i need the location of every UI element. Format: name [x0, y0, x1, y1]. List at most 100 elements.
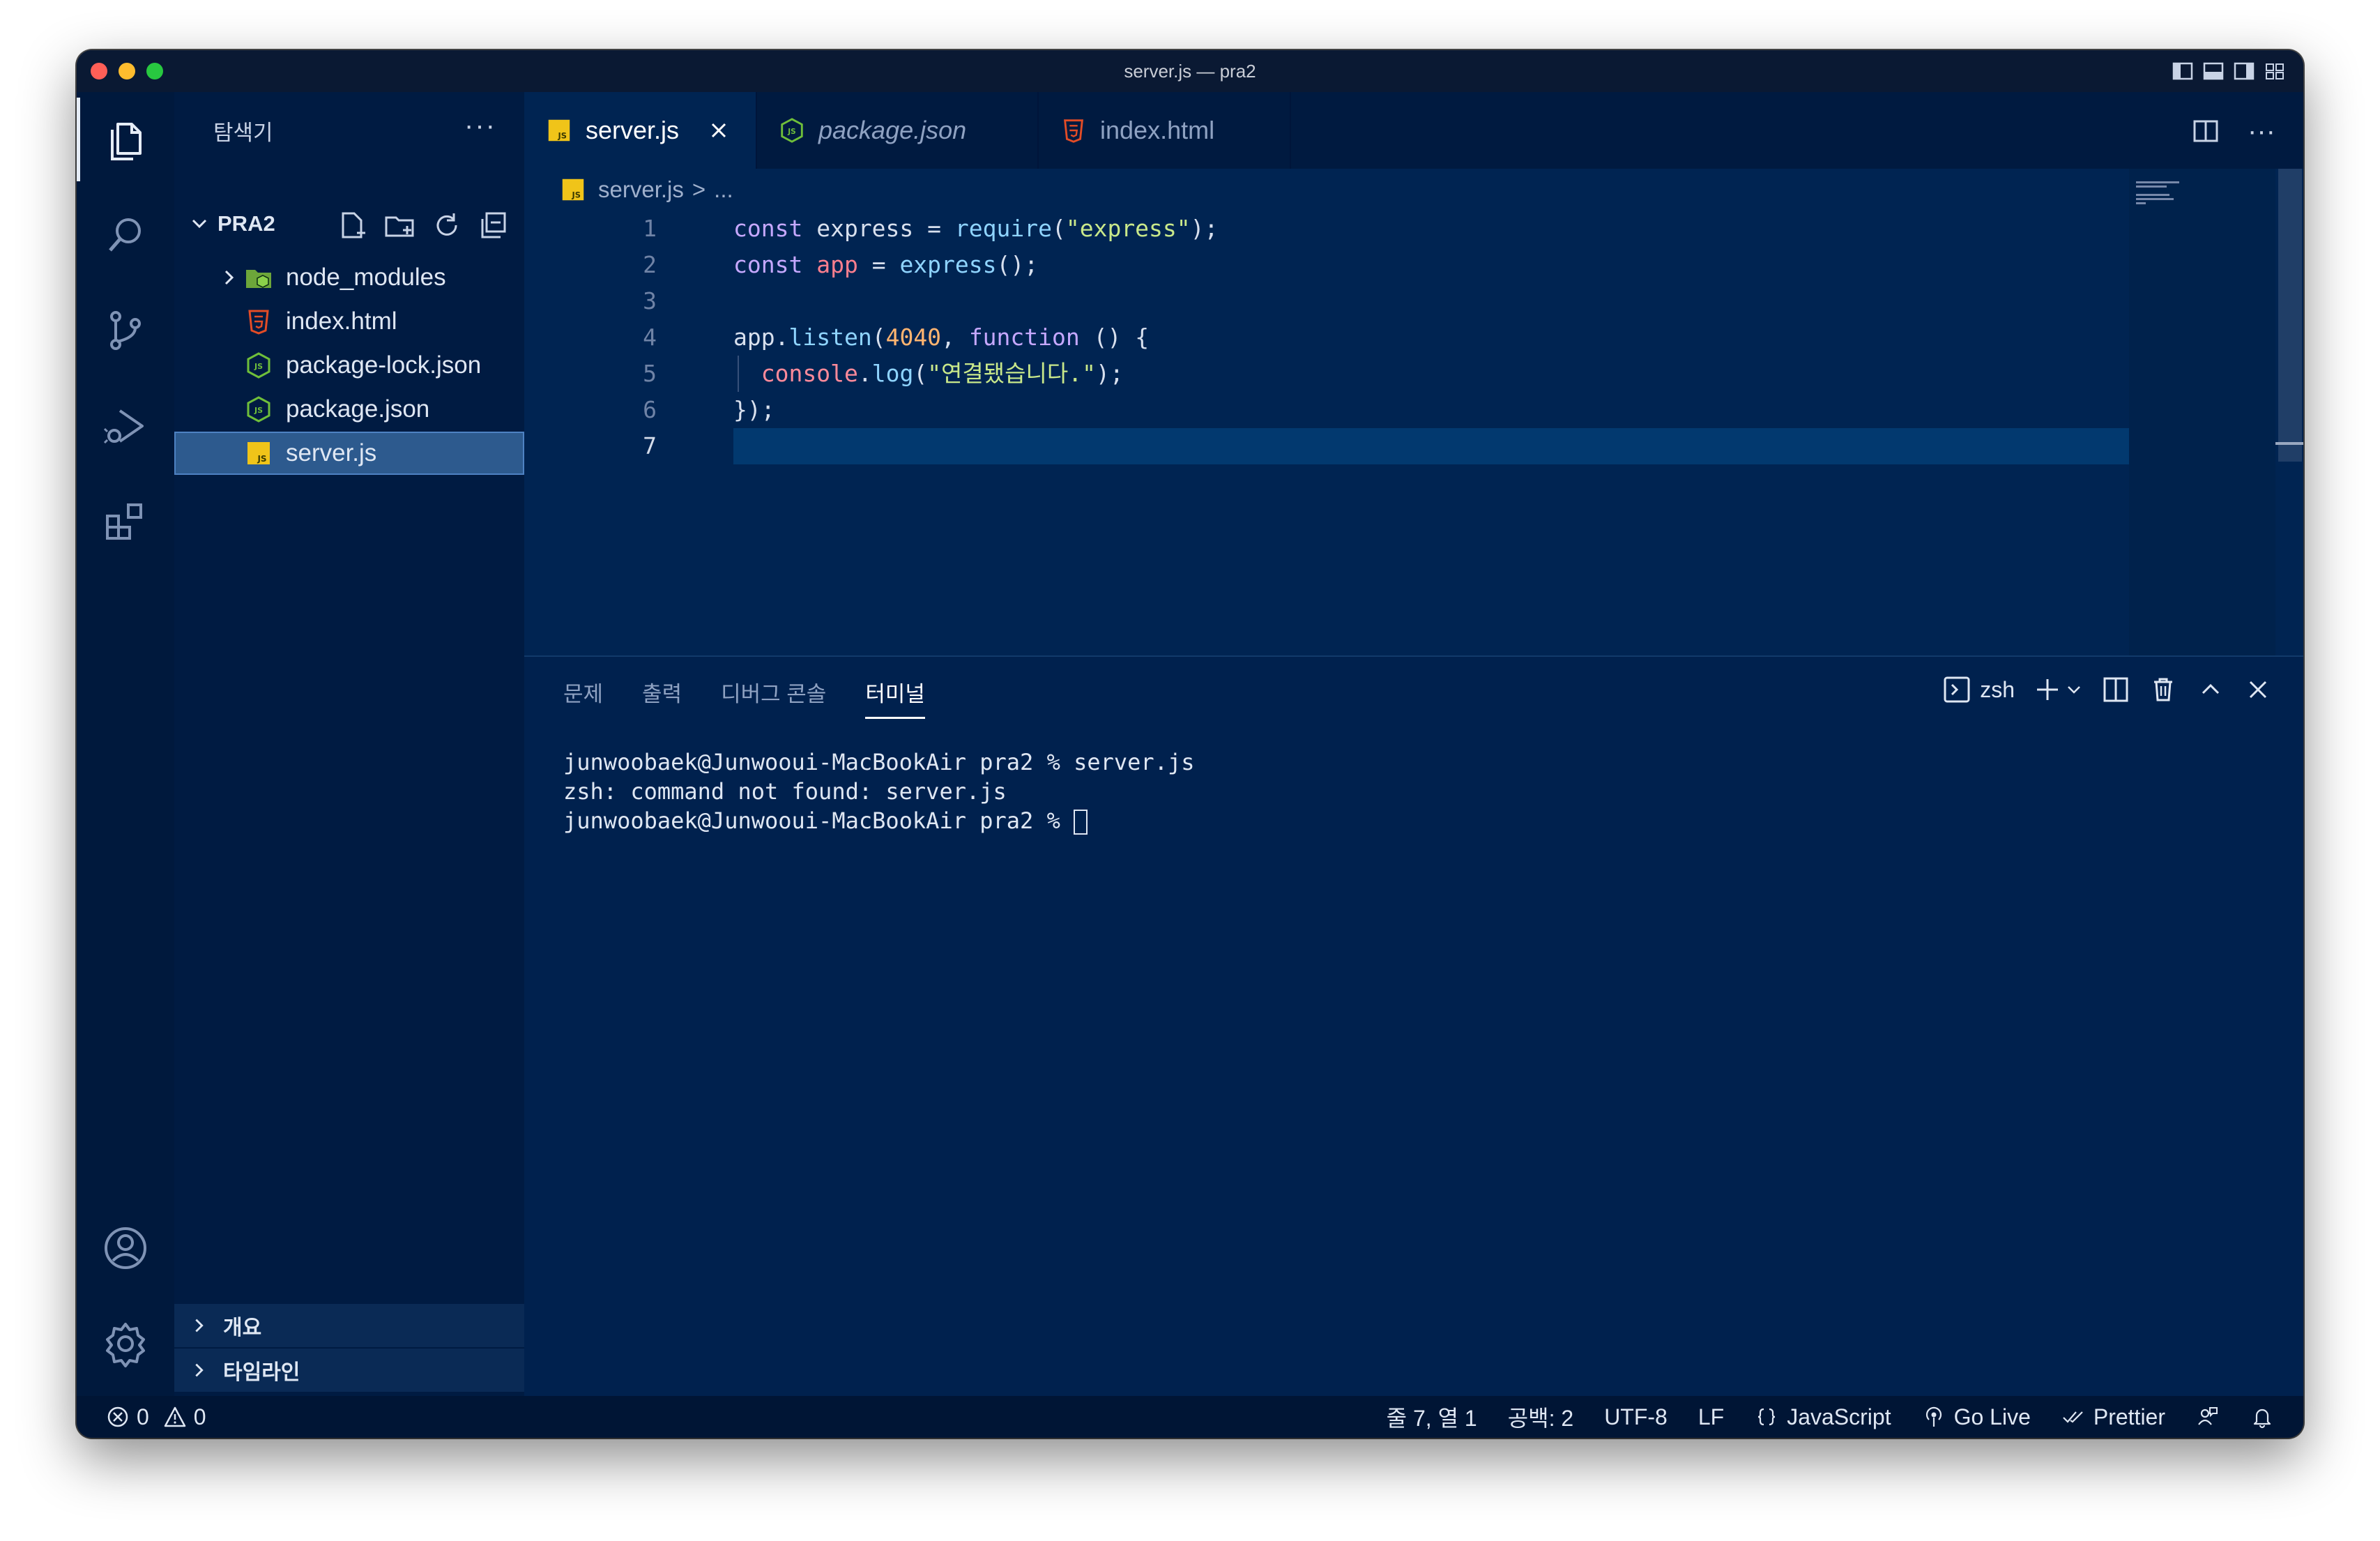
toggle-secondary-sidebar-icon[interactable]: [2234, 61, 2255, 81]
line-source: console.log("연결됐습니다.");: [733, 356, 1124, 392]
timeline-label: 타임라인: [223, 1361, 300, 1384]
tree-item-package-json[interactable]: JS package.json: [174, 388, 524, 431]
tab-output[interactable]: 출력: [642, 669, 682, 715]
close-tab-icon[interactable]: [707, 119, 731, 142]
close-window-button[interactable]: [91, 63, 107, 79]
minimap[interactable]: [2129, 169, 2275, 655]
source-control-activity-button[interactable]: [77, 289, 174, 372]
encoding-status[interactable]: UTF-8: [1604, 1404, 1668, 1430]
code-line: 5 console.log("연결됐습니다.");: [524, 356, 2197, 392]
code-line: 6});: [524, 392, 2197, 428]
breadcrumb: JS server.js > ...: [524, 169, 733, 211]
shell-name: zsh: [1980, 676, 2015, 702]
tab-terminal[interactable]: 터미널: [865, 669, 925, 719]
terminal-line: junwoobaek@Junwooui-MacBookAir pra2 % se…: [563, 749, 1195, 775]
tree-item-node-modules[interactable]: node_modules: [174, 256, 524, 299]
tab-problems[interactable]: 문제: [563, 669, 603, 715]
timeline-section-header[interactable]: 타임라인: [174, 1349, 524, 1392]
trash-icon[interactable]: [2149, 675, 2178, 704]
problems-status[interactable]: 0 0: [106, 1404, 206, 1430]
code-token: =: [857, 251, 900, 278]
search-icon: [109, 218, 141, 252]
run-debug-activity-button[interactable]: [77, 384, 174, 468]
code-line: 4 app.listen(4040, function () {: [524, 319, 2197, 356]
code-token: function: [968, 324, 1080, 351]
language-mode-status[interactable]: JavaScript: [1755, 1404, 1891, 1430]
maximize-panel-icon[interactable]: [2196, 675, 2225, 704]
tab-label: server.js: [586, 116, 680, 144]
search-activity-button[interactable]: [77, 193, 174, 277]
new-terminal-icon[interactable]: [2033, 675, 2062, 704]
tab-debug-console[interactable]: 디버그 콘솔: [721, 669, 826, 715]
toggle-primary-sidebar-icon[interactable]: [2172, 61, 2193, 81]
workspace-folder-header[interactable]: PRA2: [174, 202, 524, 245]
collapse-all-icon[interactable]: [478, 209, 510, 241]
minimize-window-button[interactable]: [119, 63, 135, 79]
breadcrumb-symbols[interactable]: ...: [714, 176, 733, 203]
svg-text:JS: JS: [257, 454, 266, 464]
chevron-right-icon: [195, 1363, 204, 1377]
breadcrumb-file[interactable]: server.js: [598, 176, 684, 203]
line-source: const app = express();: [733, 247, 1038, 283]
js-file-icon: JS: [247, 442, 270, 464]
indent-guide: [738, 356, 739, 392]
line-source: const express = require("express");: [733, 211, 1218, 247]
terminal-prompt: junwoobaek@Junwooui-MacBookAir pra2 %: [563, 807, 1074, 834]
go-live-status[interactable]: Go Live: [1922, 1404, 2031, 1430]
editor-more-button[interactable]: ···: [2248, 117, 2275, 145]
tab-index-html[interactable]: index.html: [1039, 92, 1291, 169]
chevron-down-icon[interactable]: [2065, 681, 2083, 699]
html-file-icon: [1064, 119, 1083, 143]
editor-scrollbar[interactable]: [2275, 169, 2303, 655]
code-token: "express": [1065, 215, 1191, 242]
split-terminal-icon[interactable]: [2101, 675, 2130, 704]
new-file-icon[interactable]: [336, 209, 368, 241]
zoom-window-button[interactable]: [146, 63, 163, 79]
toggle-panel-icon[interactable]: [2203, 61, 2224, 81]
tree-item-server-js[interactable]: JS server.js: [174, 432, 524, 475]
terminal-shell-selector[interactable]: zsh: [1942, 675, 2015, 704]
manage-activity-button[interactable]: [77, 1302, 174, 1386]
explorer-activity-button[interactable]: [77, 98, 174, 181]
accounts-activity-button[interactable]: [77, 1206, 174, 1290]
customize-layout-icon[interactable]: [2264, 61, 2285, 81]
refresh-icon[interactable]: [431, 209, 463, 241]
line-number: 4: [643, 324, 657, 351]
terminal-output[interactable]: junwoobaek@Junwooui-MacBookAir pra2 % se…: [563, 747, 1194, 835]
outline-label: 개요: [223, 1316, 262, 1339]
tab-server-js[interactable]: JS server.js: [524, 92, 757, 169]
extensions-activity-button[interactable]: [77, 480, 174, 563]
code-token: "연결됐습니다.": [927, 360, 1096, 387]
sidebar-more-button[interactable]: ···: [464, 110, 496, 142]
split-editor-icon[interactable]: [2192, 117, 2220, 145]
bell-icon[interactable]: [2250, 1405, 2274, 1429]
tree-item-index-html[interactable]: index.html: [174, 300, 524, 343]
feedback-icon[interactable]: [2196, 1405, 2220, 1429]
editor-tabs: JS server.js JS package.json index.html …: [524, 92, 2303, 169]
close-panel-icon[interactable]: [2243, 675, 2273, 704]
chevron-down-icon: [181, 213, 218, 234]
line-number: 2: [643, 251, 657, 278]
eol-status[interactable]: LF: [1698, 1404, 1724, 1430]
error-count: 0: [137, 1404, 149, 1429]
outline-section-header[interactable]: 개요: [174, 1304, 524, 1347]
code-token: .: [857, 360, 872, 387]
line-number: 6: [643, 396, 657, 423]
code-token: const: [733, 251, 803, 278]
terminal-actions: zsh: [1942, 675, 2273, 704]
cursor-position-status[interactable]: 줄 7, 열 1: [1387, 1401, 1477, 1433]
tab-package-json[interactable]: JS package.json: [757, 92, 1039, 169]
new-folder-icon[interactable]: [383, 209, 415, 241]
code-token: app: [816, 251, 858, 278]
tree-item-label: package.json: [286, 395, 430, 423]
scroll-thumb[interactable]: [2278, 169, 2302, 462]
folder-node-icon: [246, 270, 271, 288]
indentation-status[interactable]: 공백: 2: [1508, 1401, 1573, 1433]
warning-icon: [164, 1406, 186, 1427]
tree-item-package-lock-json[interactable]: JS package-lock.json: [174, 344, 524, 387]
tab-label: package.json: [818, 116, 967, 144]
prettier-status[interactable]: Prettier: [2061, 1404, 2165, 1430]
extensions-icon: [106, 503, 142, 540]
npm-json-file-icon: JS: [247, 352, 270, 379]
